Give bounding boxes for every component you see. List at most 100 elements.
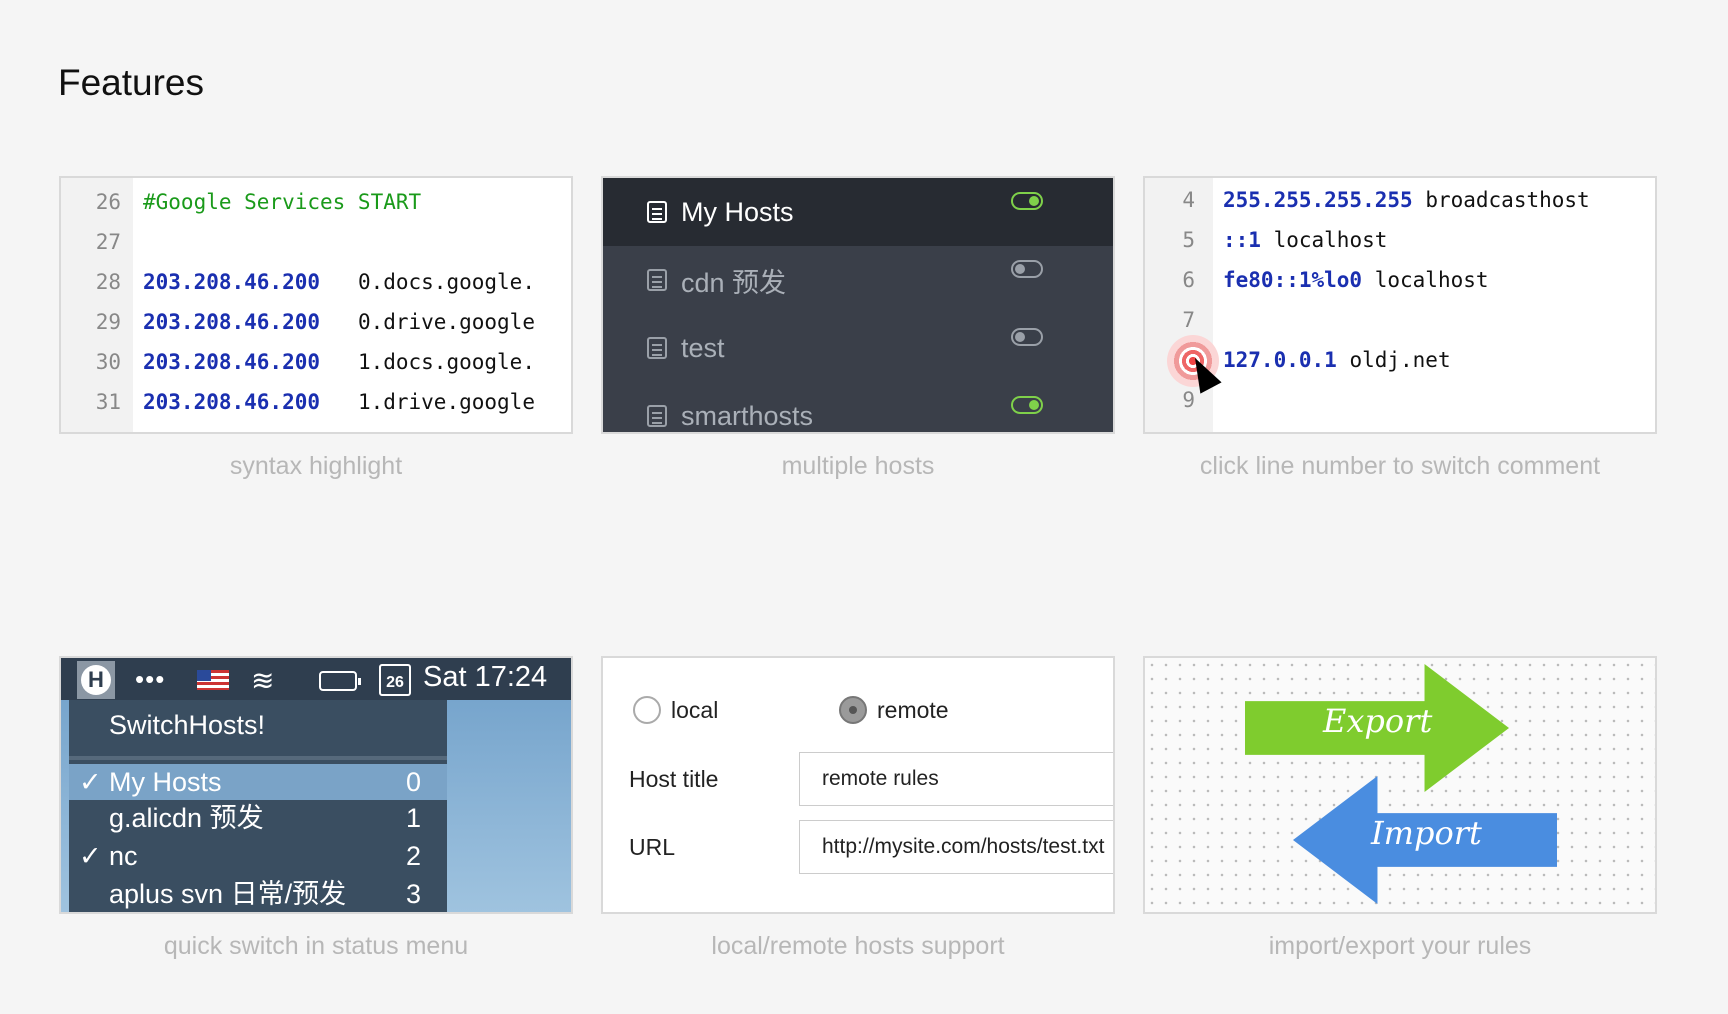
code-line: 31 203.208.46.200 1.drive.google: [61, 382, 535, 422]
menu-item-shortcut: 2: [405, 841, 421, 871]
import-label: Import: [1371, 814, 1482, 852]
menu-bar: H ••• ≋ 26 Sat 17:24: [61, 658, 571, 700]
host-title-label: Host title: [629, 766, 719, 792]
code-host: broadcasthost: [1425, 188, 1590, 212]
calendar-icon[interactable]: 26: [379, 664, 411, 696]
menu-item-name: g.alicdn 预发: [109, 803, 264, 833]
menubar-clock[interactable]: Sat 17:24: [423, 661, 547, 694]
host-toggle[interactable]: [1011, 192, 1043, 210]
code-ip: 203.208.46.200: [143, 390, 321, 414]
syntax-highlight-card: 26 #Google Services START 27 28 203.208.…: [59, 176, 573, 434]
page-title: Features: [58, 62, 205, 103]
code-line: 26 #Google Services START: [61, 182, 421, 222]
menu-item[interactable]: ✓ nc 2: [69, 838, 447, 874]
us-flag-icon[interactable]: [197, 670, 229, 690]
check-icon: ✓: [79, 841, 102, 871]
code-line: 6 fe80::1%lo0 localhost: [1145, 260, 1488, 300]
line-number[interactable]: 7: [1145, 300, 1195, 340]
code-line: 30 203.208.46.200 1.docs.google.: [61, 342, 535, 382]
menu-item-name: nc: [109, 841, 138, 871]
code-host: 0.drive.google: [357, 310, 535, 334]
wifi-icon[interactable]: ≋: [251, 664, 274, 697]
code-comment: #Google Services START: [143, 190, 422, 214]
document-icon: [647, 405, 667, 427]
card-caption: quick switch in status menu: [163, 932, 469, 960]
code-host: 1.drive.google: [357, 390, 535, 414]
check-icon: ✓: [79, 767, 102, 797]
code-ip: 203.208.46.200: [143, 310, 321, 334]
host-item[interactable]: smarthosts: [603, 382, 1113, 432]
menu-item-name: My Hosts: [109, 767, 222, 797]
local-remote-card: local remote Host title remote rules URL…: [601, 656, 1115, 914]
line-number-card: 4 255.255.255.255 broadcasthost 5 ::1 lo…: [1143, 176, 1657, 434]
card-caption: syntax highlight: [229, 452, 403, 480]
host-toggle[interactable]: [1011, 328, 1043, 346]
code-host: 1.docs.google.: [357, 350, 535, 374]
code-line: 7: [1145, 300, 1195, 340]
line-number[interactable]: 5: [1145, 220, 1195, 260]
switchhosts-app-icon[interactable]: H: [77, 661, 115, 699]
multiple-hosts-card: My Hosts cdn 预发 test smarthosts: [601, 176, 1115, 434]
line-number[interactable]: 30: [61, 342, 121, 382]
menu-item[interactable]: ✓ My Hosts 0: [69, 764, 447, 800]
remote-radio-label: remote: [877, 697, 949, 723]
host-toggle[interactable]: [1011, 260, 1043, 278]
code-ip: 203.208.46.200: [143, 270, 321, 294]
code-ip: 127.0.0.1: [1223, 348, 1337, 372]
import-export-card: Export Import: [1143, 656, 1657, 914]
line-number[interactable]: 27: [61, 222, 121, 262]
menu-item-name: aplus svn 日常/预发: [109, 879, 347, 909]
url-input[interactable]: http://mysite.com/hosts/test.txt: [799, 820, 1113, 874]
code-line: 29 203.208.46.200 0.drive.google: [61, 302, 535, 342]
code-ip: fe80::1%lo0: [1223, 268, 1363, 292]
host-label: smarthosts: [681, 400, 814, 431]
line-number[interactable]: 6: [1145, 260, 1195, 300]
menu-separator: [69, 756, 447, 760]
host-title-input[interactable]: remote rules: [799, 752, 1113, 806]
line-number[interactable]: 4: [1145, 180, 1195, 220]
host-item[interactable]: My Hosts: [603, 178, 1113, 246]
host-toggle[interactable]: [1011, 396, 1043, 414]
code-line: 27: [61, 222, 121, 262]
card-caption: multiple hosts: [781, 452, 935, 480]
code-host: oldj.net: [1349, 348, 1451, 372]
remote-radio[interactable]: [839, 696, 867, 724]
line-number[interactable]: 29: [61, 302, 121, 342]
code-ip: ::1: [1223, 228, 1261, 252]
host-label: cdn 预发: [681, 267, 787, 298]
document-icon: [647, 337, 667, 359]
line-number[interactable]: 26: [61, 182, 121, 222]
battery-icon[interactable]: [319, 671, 361, 691]
menu-item-shortcut: 1: [405, 803, 421, 833]
card-caption: local/remote hosts support: [711, 932, 1005, 960]
card-caption: import/export your rules: [1268, 932, 1532, 960]
code-ip: 255.255.255.255: [1223, 188, 1413, 212]
status-menu-card: H ••• ≋ 26 Sat 17:24 SwitchHosts! ✓ My H…: [59, 656, 573, 914]
url-label: URL: [629, 834, 676, 860]
code-line: 28 203.208.46.200 0.docs.google.: [61, 262, 535, 302]
host-item[interactable]: cdn 预发: [603, 246, 1113, 314]
local-radio[interactable]: [633, 696, 661, 724]
host-item[interactable]: test: [603, 314, 1113, 382]
code-line: 4 255.255.255.255 broadcasthost: [1145, 180, 1589, 220]
document-icon: [647, 201, 667, 223]
line-number[interactable]: 31: [61, 382, 121, 422]
status-dropdown-menu: SwitchHosts! ✓ My Hosts 0 g.alicdn 预发 1 …: [69, 700, 447, 912]
card-caption: click line number to switch comment: [1199, 452, 1601, 480]
code-host: 0.docs.google.: [357, 270, 535, 294]
document-icon: [647, 269, 667, 291]
host-label: My Hosts: [681, 196, 794, 227]
code-host: localhost: [1374, 268, 1489, 292]
code-line: 5 ::1 localhost: [1145, 220, 1387, 260]
line-number[interactable]: 28: [61, 262, 121, 302]
menu-item-shortcut: 0: [405, 767, 421, 797]
host-label: test: [681, 332, 725, 363]
menu-item-shortcut: 3: [405, 879, 421, 909]
code-host: localhost: [1273, 228, 1388, 252]
export-label: Export: [1323, 702, 1433, 740]
local-radio-label: local: [671, 697, 719, 723]
more-icon[interactable]: •••: [135, 664, 165, 695]
menu-title[interactable]: SwitchHosts!: [109, 710, 265, 741]
menu-item[interactable]: g.alicdn 预发 1: [69, 800, 447, 836]
menu-item[interactable]: aplus svn 日常/预发 3: [69, 876, 447, 912]
